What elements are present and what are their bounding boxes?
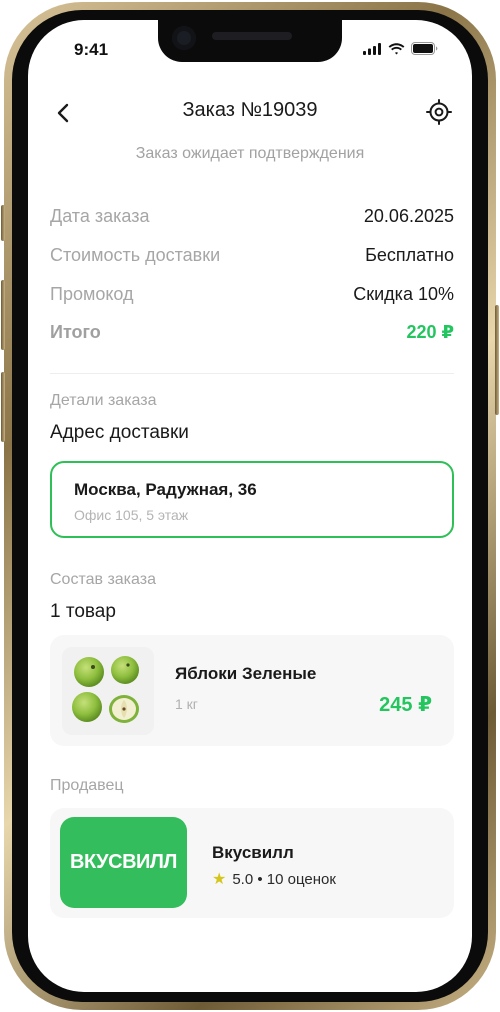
delivery-address-heading: Адрес доставки: [50, 422, 189, 443]
status-icons: [363, 42, 438, 55]
total-row: Итого 220 ₽: [50, 322, 454, 343]
screen: 9:41 Заказ №19039 Заказ ожидает подтверж…: [28, 20, 472, 992]
delivery-cost-value: Бесплатно: [365, 245, 454, 265]
promo-label: Промокод: [50, 284, 134, 304]
product-name: Яблоки Зеленые: [175, 664, 317, 683]
order-status: Заказ ожидает подтверждения: [135, 145, 365, 162]
locate-icon: [426, 99, 452, 125]
delivery-cost-row: Стоимость доставки Бесплатно: [50, 245, 454, 266]
volume-up-button: [1, 280, 5, 350]
speaker: [212, 32, 292, 40]
order-date-row: Дата заказа 20.06.2025: [50, 206, 454, 227]
total-value: 220 ₽: [406, 322, 454, 342]
total-label: Итого: [50, 322, 101, 342]
seller-name: Вкусвилл: [212, 843, 294, 862]
divider: [50, 373, 454, 374]
order-details-caption: Детали заказа: [50, 392, 157, 409]
locate-button[interactable]: [426, 99, 452, 125]
home-indicator: [178, 977, 322, 982]
notch: [158, 20, 342, 62]
items-count-heading: 1 товар: [50, 601, 116, 622]
promo-row: Промокод Скидка 10%: [50, 284, 454, 305]
wifi-icon: [388, 42, 405, 54]
promo-value: Скидка 10%: [353, 284, 454, 304]
volume-down-button: [1, 372, 5, 442]
address-main: Москва, Радужная, 36: [74, 480, 257, 499]
page-title: Заказ №19039: [182, 99, 318, 121]
signal-icon: [363, 42, 381, 55]
order-date-label: Дата заказа: [50, 206, 150, 226]
seller-rating-text: 5.0 • 10 оценок: [232, 871, 336, 888]
seller-rating: ★ 5.0 • 10 оценок: [212, 871, 336, 888]
address-card[interactable]: Москва, Радужная, 36 Офис 105, 5 этаж: [50, 461, 454, 538]
status-time: 9:41: [74, 40, 109, 59]
delivery-cost-label: Стоимость доставки: [50, 245, 221, 265]
product-price: 245 ₽: [379, 694, 432, 716]
star-icon: ★: [212, 870, 227, 888]
green-apples-image: [72, 656, 139, 723]
battery-icon: [411, 42, 438, 55]
product-quantity: 1 кг: [175, 696, 198, 712]
power-button: [495, 305, 499, 415]
silent-switch: [1, 205, 5, 241]
product-image: [62, 647, 154, 735]
address-sub: Офис 105, 5 этаж: [74, 507, 189, 523]
camera: [172, 26, 196, 50]
seller-caption: Продавец: [50, 777, 124, 794]
seller-logo: ВКУСВИЛЛ: [60, 817, 187, 908]
order-composition-caption: Состав заказа: [50, 571, 156, 588]
seller-card[interactable]: ВКУСВИЛЛ Вкусвилл ★ 5.0 • 10 оценок: [50, 808, 454, 918]
order-date-value: 20.06.2025: [363, 206, 454, 226]
product-card[interactable]: Яблоки Зеленые 1 кг 245 ₽: [50, 635, 454, 746]
